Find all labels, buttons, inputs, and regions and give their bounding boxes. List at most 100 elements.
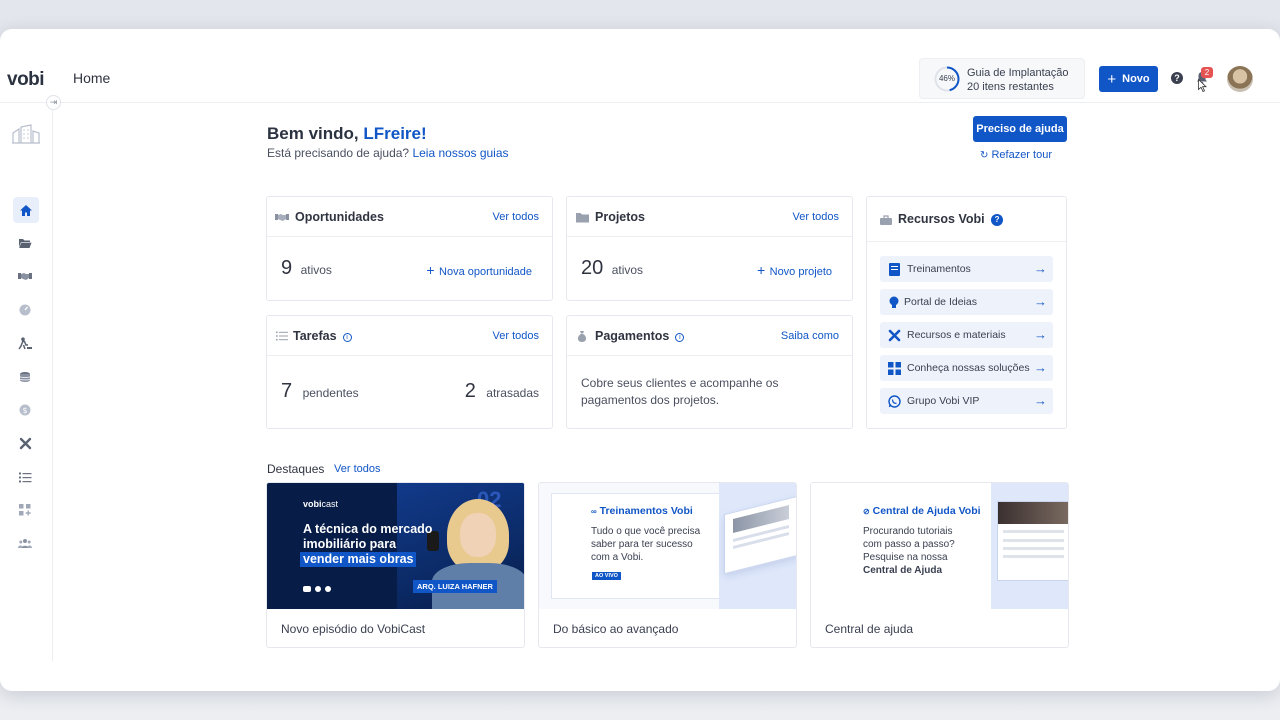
resource-item-materials[interactable]: Recursos e materiais → [880,322,1053,348]
resource-item-solutions[interactable]: Conheça nossas soluções → [880,355,1053,381]
sidebar-item-projects[interactable] [17,235,33,251]
guide-subtitle: 20 itens restantes [967,81,1054,93]
payments-description: Cobre seus clientes e acompanhe os pagam… [581,376,779,407]
payments-card: Pagamentos i Saiba como Cobre seus client… [566,315,853,429]
opportunities-view-all-link[interactable]: Ver todos [493,211,539,223]
highlight-caption: Do básico ao avançado [553,622,679,636]
puzzle-icon [887,361,901,375]
payments-learn-link[interactable]: Saiba como [781,330,839,342]
help-icon[interactable]: ? [991,214,1004,226]
pending-tasks[interactable]: 7 pendentes [281,380,359,403]
toolbox-icon [879,213,893,227]
resource-item-ideas-portal[interactable]: Portal de Ideias → [880,289,1053,315]
users-icon [18,538,32,548]
whatsapp-icon [887,394,901,408]
help-icon[interactable]: ? [1171,72,1183,84]
help-card-title: ⊘ Central de Ajuda Vobi [863,505,981,517]
resources-title-text: Recursos Vobi [898,212,985,226]
opportunities-count: 9 ativos [281,257,332,280]
opportunities-card-header: Oportunidades Ver todos [267,197,552,237]
host-face [460,513,496,557]
sidebar-item-workers[interactable] [17,335,33,351]
sidebar-item-home[interactable] [13,197,39,223]
tools-icon [19,437,31,449]
welcome-greeting: Bem vindo, [267,124,359,143]
implementation-guide-widget[interactable]: 46% Guia de Implantação 20 itens restant… [919,58,1085,99]
arrow-right-icon: → [1034,261,1047,276]
guides-link[interactable]: Leia nossos guias [412,146,508,160]
app-logo[interactable]: vobi [7,69,45,91]
highlight-caption: Central de ajuda [825,622,914,636]
vobicast-logo-light: cast [321,499,339,509]
help-card-text-bold: Central de Ajuda [863,565,943,576]
company-logo-icon[interactable] [11,123,41,145]
sidebar-item-finance[interactable] [17,369,33,385]
late-tasks[interactable]: 2 atrasadas [465,380,539,403]
resource-item-label: Recursos e materiais [907,329,1006,341]
sidebar-item-opportunities[interactable] [17,268,33,284]
sidebar-item-tasks[interactable] [17,469,33,485]
apps-icon [19,504,31,516]
resource-item-label: Portal de Ideias [904,296,977,308]
opportunities-card: Oportunidades Ver todos 9 ativos + Nova … [266,196,553,301]
sidebar-item-dashboard[interactable] [17,302,33,318]
highlight-card-podcast[interactable]: 02 vobicast A técnica do mercado imobili… [266,482,525,648]
payments-card-header: Pagamentos i Saiba como [567,316,852,356]
svg-text:$: $ [22,406,27,415]
podcast-headline-line1: A técnica do mercado [303,522,433,536]
welcome-subtitle: Está precisando de ajuda? Leia nossos gu… [267,146,509,160]
gauge-icon [19,304,31,316]
highlights-view-all-link[interactable]: Ver todos [334,463,380,475]
vobicast-logo: vobicast [303,499,338,509]
projects-view-all-link[interactable]: Ver todos [793,211,839,223]
resource-item-vip-group[interactable]: Grupo Vobi VIP → [880,388,1053,414]
live-tag: AO VIVO [592,572,621,580]
help-card-text-body: Procurando tutoriais com passo a passo? … [863,526,955,563]
help-card-title-text: Central de Ajuda Vobi [872,505,981,517]
help-circle-icon: ⊘ [863,507,870,516]
platform-icons [303,586,331,592]
sidebar-item-apps[interactable] [17,502,33,518]
trainings-card-title-text: Treinamentos Vobi [599,505,693,517]
list-icon [275,329,289,343]
trainings-card-title: ∞ Treinamentos Vobi [591,505,693,517]
plus-icon: + [1107,70,1117,88]
welcome-user-name: LFreire! [363,124,427,143]
notification-badge: 2 [1201,67,1213,78]
resource-item-trainings[interactable]: Treinamentos → [880,256,1053,282]
help-card-text: Procurando tutoriais com passo a passo? … [863,525,973,577]
new-opportunity-link[interactable]: + Nova oportunidade [426,262,532,280]
arrow-right-icon: → [1034,327,1047,342]
new-project-label: Novo projeto [769,266,832,278]
coins-icon [19,372,31,382]
lightbulb-icon [887,295,901,309]
tools-icon [887,328,901,342]
info-icon[interactable]: i [675,333,685,342]
tasks-card-header: Tarefas i Ver todos [267,316,552,356]
info-icon[interactable]: i [342,333,352,342]
resource-item-label: Conheça nossas soluções [907,362,1030,374]
highlight-card-help-center[interactable]: ⊘ Central de Ajuda Vobi Procurando tutor… [810,482,1069,648]
new-button[interactable]: + Novo [1099,66,1158,92]
sidebar-item-tools[interactable] [17,435,33,451]
guide-percent: 46% [938,74,955,83]
opportunities-title: Oportunidades [295,210,384,224]
podcast-headline: A técnica do mercado imobiliário para ve… [300,522,433,567]
user-avatar[interactable] [1227,66,1253,92]
sidebar-item-team[interactable] [17,535,33,551]
help-center-banner: ⊘ Central de Ajuda Vobi Procurando tutor… [811,483,1068,609]
tasks-view-all-link[interactable]: Ver todos [493,330,539,342]
vobicast-logo-bold: vobi [303,499,322,509]
need-help-button[interactable]: Preciso de ajuda [973,116,1067,142]
new-project-link[interactable]: + Novo projeto [757,262,832,280]
payments-title: Pagamentos i [595,329,685,343]
redo-tour-link[interactable]: ↻ Refazer tour [980,149,1052,161]
sidebar-item-payments[interactable]: $ [17,402,33,418]
opportunities-count-value: 9 [281,257,293,279]
new-opportunity-label: Nova oportunidade [439,266,532,278]
page-title: Home [73,70,111,86]
sidebar-collapse-button[interactable]: ⇥ [46,95,61,110]
podcast-headline-line3: vender mais obras [300,552,417,567]
late-tasks-label: atrasadas [486,386,539,400]
highlight-card-trainings[interactable]: ∞ Treinamentos Vobi Tudo o que você prec… [538,482,797,648]
